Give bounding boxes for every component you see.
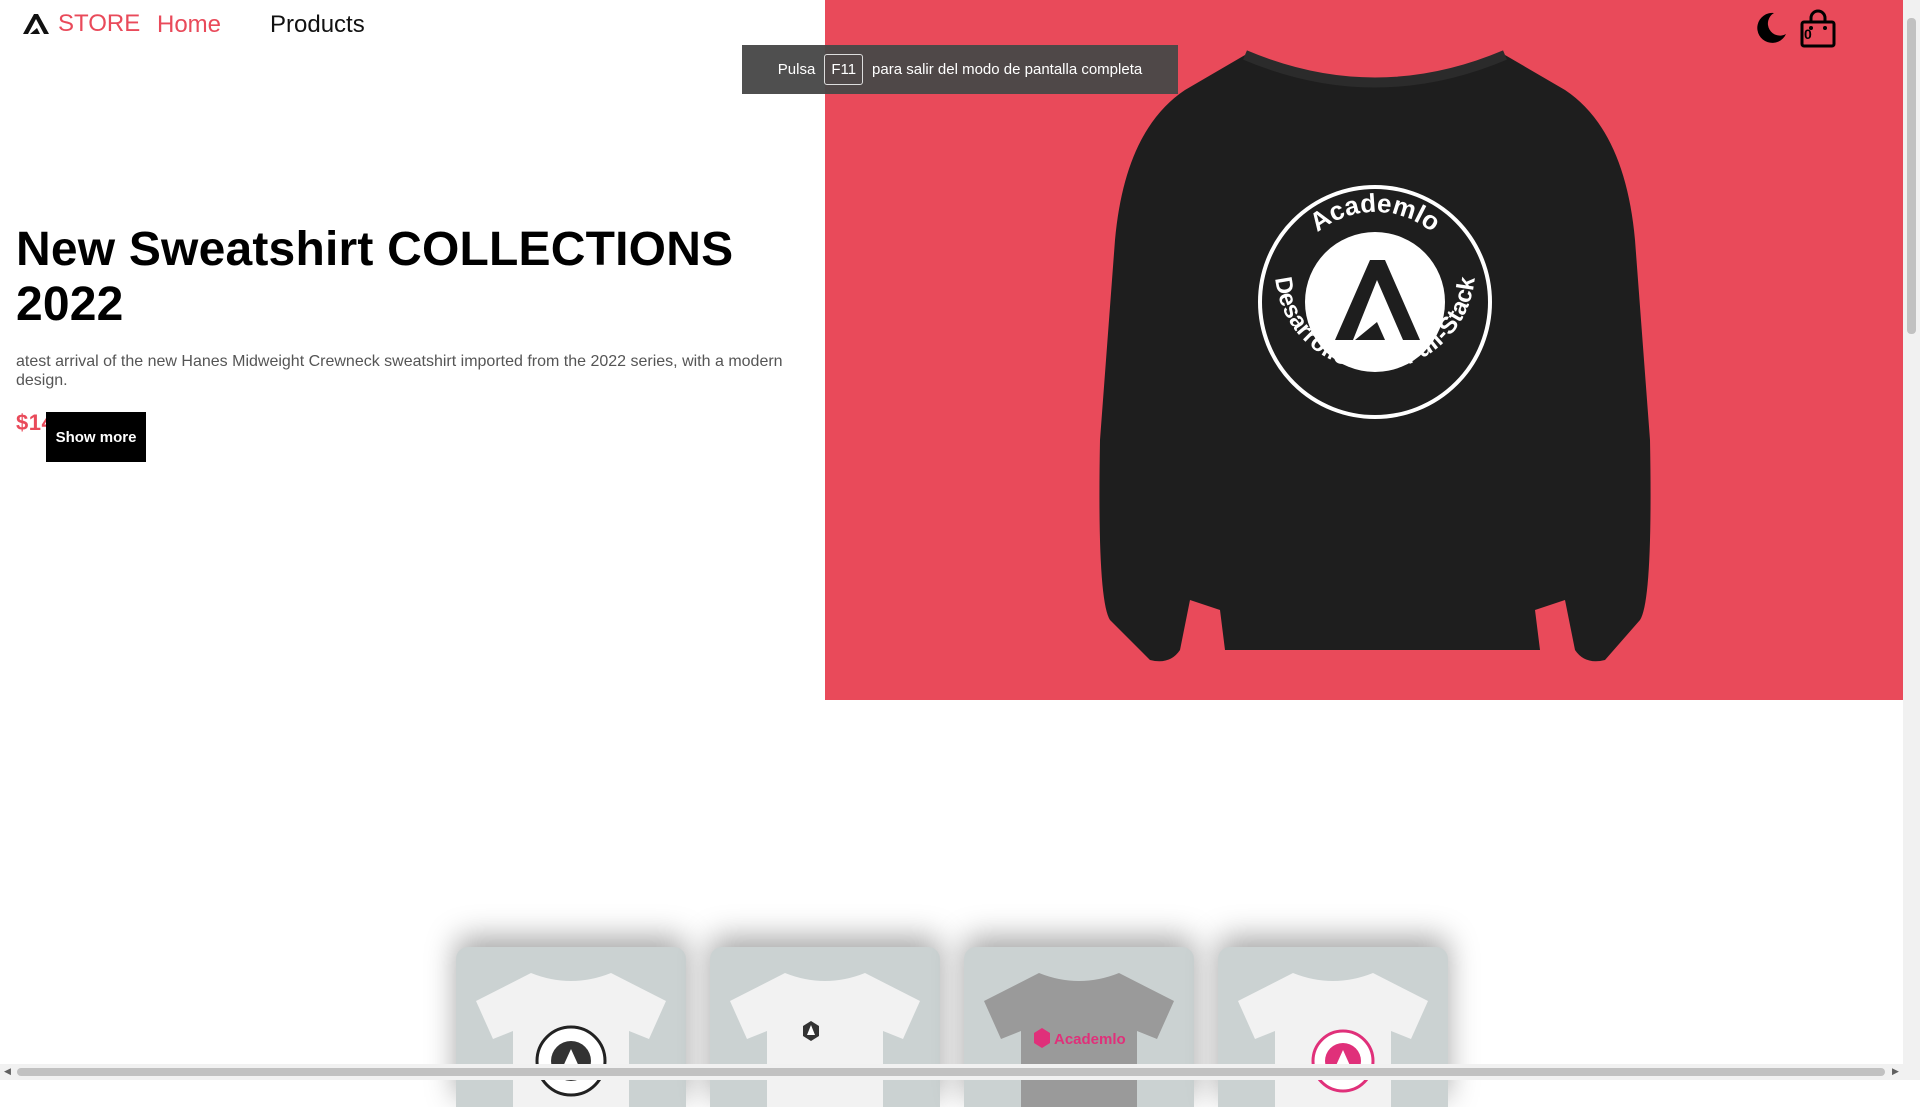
product-card[interactable] (456, 947, 686, 1107)
nav-home-link[interactable]: Home (157, 11, 221, 39)
toast-text-before: Pulsa (777, 61, 816, 78)
header-actions: 0 (1752, 8, 1838, 48)
sweatshirt-image: Academlo Desarrollo Web Full-Stack (1099, 50, 1651, 662)
products-row: Academlo (456, 947, 1448, 1107)
brand-logo-link[interactable]: STORE (22, 10, 140, 38)
vertical-scrollbar[interactable] (1903, 0, 1920, 1064)
toast-text-after: para salir del modo de pantalla completa (872, 61, 1143, 78)
horizontal-scrollbar[interactable]: ◀ ▶ (0, 1064, 1920, 1080)
scroll-right-arrow-icon[interactable]: ▶ (1892, 1066, 1899, 1077)
moon-icon[interactable] (1752, 9, 1790, 47)
tshirt-print-text: Academlo (1054, 1031, 1126, 1048)
show-more-button[interactable]: Show more (46, 412, 146, 462)
nav-products-link[interactable]: Products (270, 11, 365, 39)
academlo-logo-icon (23, 14, 49, 34)
horizontal-scroll-thumb[interactable] (17, 1068, 1885, 1076)
tshirt-image (476, 973, 666, 1107)
tshirt-image (730, 973, 920, 1107)
brand-label: STORE (58, 10, 141, 37)
hero-image-panel: Academlo Desarrollo Web Full-Stack (825, 0, 1903, 700)
product-card[interactable] (710, 947, 940, 1107)
vertical-scroll-thumb[interactable] (1907, 18, 1916, 334)
fullscreen-notice: Pulsa F11 para salir del modo de pantall… (742, 45, 1178, 94)
hero-description: atest arrival of the new Hanes Midweight… (16, 353, 783, 389)
hero-title: New Sweatshirt COLLECTIONS 2022 (16, 223, 734, 331)
navbar: STORE Home Products (0, 0, 825, 52)
product-card[interactable]: Academlo (964, 947, 1194, 1107)
product-card[interactable] (1218, 947, 1448, 1107)
cart-count-badge: 0 (1804, 26, 1812, 42)
tshirt-image (1238, 973, 1428, 1107)
hero-content: New Sweatshirt COLLECTIONS 2022 atest ar… (16, 222, 816, 436)
toast-key: F11 (824, 54, 864, 85)
tshirt-image: Academlo (984, 973, 1174, 1107)
cart-button[interactable]: 0 (1798, 8, 1838, 48)
scroll-left-arrow-icon[interactable]: ◀ (4, 1066, 11, 1077)
